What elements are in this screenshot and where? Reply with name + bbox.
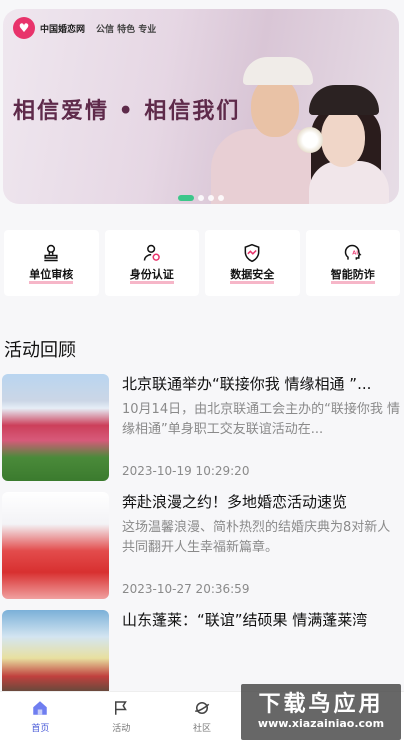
brand-logo: ♥ 中国婚恋网 公信 特色 专业 <box>13 17 156 39</box>
carousel-dot[interactable] <box>208 195 214 201</box>
thumbnail-image <box>2 492 109 599</box>
tab-label: 首页 <box>31 724 50 734</box>
list-item-time: 2023-10-19 10:29:20 <box>122 464 250 478</box>
list-item-title: 北京联通举办“联接你我 情缘相通 ”... <box>122 375 372 393</box>
tab-label: 活动 <box>112 724 131 734</box>
feature-label: 数据安全 <box>230 268 275 284</box>
carousel-dot[interactable] <box>218 195 224 201</box>
watermark-url: www.xiazainiao.com <box>257 717 385 730</box>
feature-unit-review[interactable]: 单位审核 <box>4 230 99 296</box>
thumbnail-image <box>2 374 109 481</box>
person-verified-icon <box>143 244 160 261</box>
list-item-summary: 这场温馨浪漫、简朴热烈的结婚庆典为8对新人共同翻开人生幸福新篇章。 <box>122 520 391 555</box>
brand-slogan: 公信 特色 专业 <box>96 24 157 35</box>
feature-label: 单位审核 <box>29 268 74 284</box>
list-item-title: 山东蓬莱：“联谊”结硕果 情满蓬莱湾 <box>122 611 368 629</box>
flag-icon <box>115 701 128 715</box>
banner-carousel[interactable]: ♥ 中国婚恋网 公信 特色 专业 相信爱情 • 相信我们 <box>3 9 399 204</box>
brand-name: 中国婚恋网 <box>40 24 86 35</box>
shield-chart-icon <box>244 243 260 262</box>
feature-anti-fraud[interactable]: AI 智能防诈 <box>305 230 400 296</box>
tab-community[interactable]: 社区 <box>162 692 243 741</box>
watermark-main: 下载鸟应用 <box>258 692 384 717</box>
heart-logo-icon: ♥ <box>13 17 35 39</box>
feature-row: 单位审核 身份认证 数据安全 AI 智能防诈 <box>4 230 400 296</box>
list-item-title: 奔赴浪漫之约！多地婚恋活动速览 <box>122 493 348 511</box>
ai-head-icon: AI <box>344 244 362 260</box>
couple-photo <box>191 49 391 204</box>
feature-label: 身份认证 <box>129 268 174 284</box>
carousel-indicator <box>178 195 224 201</box>
tab-home[interactable]: 首页 <box>0 692 81 741</box>
section-title: 活动回顾 <box>4 340 76 361</box>
tab-activity[interactable]: 活动 <box>81 692 162 741</box>
home-icon <box>33 701 48 715</box>
watermark: 下载鸟应用 www.xiazainiao.com <box>241 684 401 740</box>
list-item[interactable]: 北京联通举办“联接你我 情缘相通 ”... 10月14日，由北京联通工会主办的“… <box>2 374 402 482</box>
person-stamp-icon <box>44 244 58 261</box>
tab-label: 社区 <box>192 724 211 734</box>
feature-identity-verify[interactable]: 身份认证 <box>104 230 199 296</box>
carousel-dot[interactable] <box>178 195 194 201</box>
list-item[interactable]: 奔赴浪漫之约！多地婚恋活动速览 这场温馨浪漫、简朴热烈的结婚庆典为8对新人共同翻… <box>2 492 402 600</box>
svg-text:AI: AI <box>352 250 358 256</box>
carousel-dot[interactable] <box>198 195 204 201</box>
activity-list: 北京联通举办“联接你我 情缘相通 ”... 10月14日，由北京联通工会主办的“… <box>2 374 402 728</box>
list-item-time: 2023-10-27 20:36:59 <box>122 582 250 596</box>
feature-data-security[interactable]: 数据安全 <box>205 230 300 296</box>
list-item-summary: 10月14日，由北京联通工会主办的“联接你我 情缘相通”单身职工交友联谊活动在.… <box>122 402 400 437</box>
feature-label: 智能防诈 <box>330 268 375 284</box>
planet-icon <box>195 702 210 714</box>
